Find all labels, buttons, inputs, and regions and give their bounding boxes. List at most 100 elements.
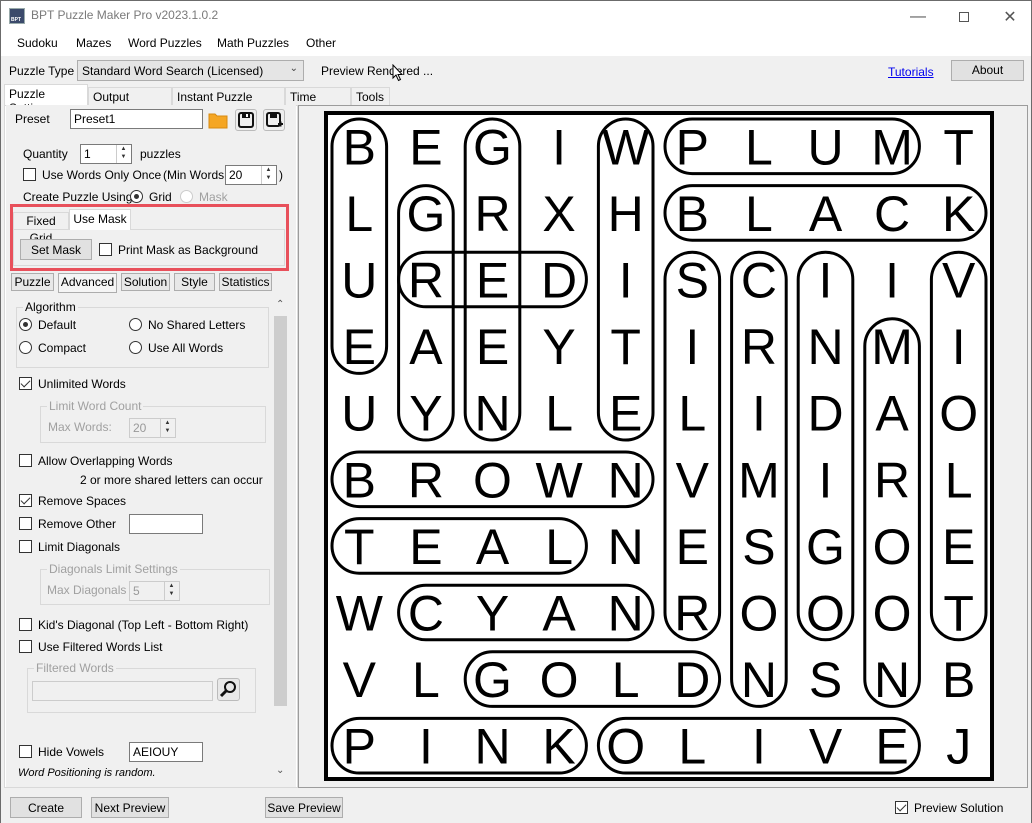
max-diagonals-label: Max Diagonals [47, 583, 127, 597]
open-folder-button[interactable] [207, 109, 229, 131]
grid-letter: N [474, 386, 510, 442]
spinner-arrows-icon[interactable]: ▲ ▼ [261, 166, 275, 184]
menu-word-puzzles[interactable]: Word Puzzles [128, 36, 202, 50]
grid-letter: R [408, 253, 444, 309]
create-mask-radio[interactable] [180, 190, 193, 203]
grid-letter: T [344, 519, 375, 575]
app-logo-text: BPT [11, 17, 21, 23]
save-preset-button[interactable] [235, 109, 257, 131]
preset-input[interactable]: Preset1 [70, 109, 203, 129]
mouse-cursor-icon [392, 63, 404, 85]
positioning-note: Word Positioning is random. [18, 767, 156, 779]
close-icon: ✕ [1003, 8, 1017, 26]
subtab-style[interactable]: Style [174, 273, 215, 291]
grid-letter: G [473, 119, 512, 175]
grid-letter: G [406, 186, 445, 242]
remove-spaces-checkbox[interactable] [19, 494, 32, 507]
grid-letter: R [741, 319, 777, 375]
about-button[interactable]: About [951, 60, 1024, 81]
grid-letter: B [676, 186, 709, 242]
algorithm-no-shared-radio[interactable] [129, 318, 142, 331]
minimize-button[interactable]: — [895, 1, 941, 32]
puzzle-type-select[interactable]: Standard Word Search (Licensed) ⌄ [77, 60, 304, 81]
kids-diagonal-checkbox[interactable] [19, 618, 32, 631]
grid-letter: E [409, 119, 442, 175]
tab-instant-puzzle-books[interactable]: Instant Puzzle Books [172, 87, 285, 118]
preview-solution-checkbox[interactable] [895, 801, 908, 814]
preview-status: Preview Rendered ... [321, 64, 434, 78]
algorithm-group [16, 307, 269, 368]
subtab-solution[interactable]: Solution [121, 273, 170, 291]
spinner-arrows-icon[interactable]: ▲ ▼ [116, 145, 130, 163]
create-button[interactable]: Create [10, 797, 82, 818]
grid-letter: W [535, 452, 583, 508]
use-words-once-checkbox[interactable] [23, 168, 36, 181]
tab-tools[interactable]: Tools [351, 87, 390, 105]
menu-math-puzzles[interactable]: Math Puzzles [217, 36, 289, 50]
title-bar: BPT BPT Puzzle Maker Pro v2023.1.0.2 — ✕ [1, 1, 1031, 32]
kids-diagonal-label: Kid's Diagonal (Top Left - Bottom Right) [38, 618, 249, 632]
close-button[interactable]: ✕ [987, 1, 1032, 32]
filtered-words-input[interactable] [32, 681, 213, 701]
remove-other-checkbox[interactable] [19, 517, 32, 530]
algorithm-default-radio[interactable] [19, 318, 32, 331]
limit-diagonals-checkbox[interactable] [19, 540, 32, 553]
use-filtered-checkbox[interactable] [19, 640, 32, 653]
grid-letter: M [871, 119, 913, 175]
browse-filtered-words-button[interactable] [217, 678, 240, 701]
algorithm-compact-radio[interactable] [19, 341, 32, 354]
scroll-down-icon[interactable]: ⌄ [276, 765, 284, 776]
menu-other[interactable]: Other [306, 36, 336, 50]
vowels-input[interactable]: AEIOUY [129, 742, 203, 762]
menu-sudoku[interactable]: Sudoku [17, 36, 58, 50]
algorithm-title: Algorithm [23, 300, 78, 314]
grid-letter: M [738, 452, 780, 508]
save-preview-button[interactable]: Save Preview [265, 797, 343, 818]
subtab-puzzle[interactable]: Puzzle [11, 273, 54, 291]
scroll-up-icon[interactable]: ⌃ [276, 299, 284, 310]
algorithm-use-all-radio[interactable] [129, 341, 142, 354]
tab-output-settings[interactable]: Output Settings [88, 87, 172, 118]
grid-letter: T [943, 586, 974, 642]
allow-overlapping-label: Allow Overlapping Words [38, 454, 173, 468]
save-as-preset-button[interactable] [263, 109, 285, 131]
folder-icon [208, 113, 228, 129]
grid-letter: L [678, 386, 706, 442]
grid-letter: I [619, 253, 633, 309]
min-words-stepper[interactable]: 20 ▲ ▼ [225, 165, 277, 185]
grid-letter: N [608, 586, 644, 642]
allow-overlapping-checkbox[interactable] [19, 454, 32, 467]
grid-letter: I [952, 319, 966, 375]
unlimited-words-checkbox[interactable] [19, 377, 32, 390]
maximize-button[interactable] [941, 1, 987, 32]
quantity-stepper[interactable]: 1 ▲ ▼ [80, 144, 132, 164]
tab-puzzle-settings[interactable]: Puzzle Settings [4, 84, 88, 115]
hide-vowels-checkbox[interactable] [19, 745, 32, 758]
create-grid-radio[interactable] [130, 190, 143, 203]
menu-mazes[interactable]: Mazes [76, 36, 111, 50]
spinner-arrows-icon[interactable]: ▲ ▼ [160, 419, 174, 437]
grid-letter: L [545, 519, 573, 575]
next-preview-button[interactable]: Next Preview [91, 797, 169, 818]
diagonals-limit-title: Diagonals Limit Settings [47, 562, 180, 576]
max-words-stepper[interactable]: 20 ▲ ▼ [129, 418, 176, 438]
grid-letter: I [752, 719, 766, 775]
grid-letter: K [942, 186, 975, 242]
min-words-close: ) [279, 168, 283, 182]
tutorials-link[interactable]: Tutorials [888, 65, 934, 79]
grid-letter: N [874, 652, 910, 708]
subtab-advanced[interactable]: Advanced [58, 273, 117, 293]
grid-letter: B [343, 452, 376, 508]
remove-other-input[interactable] [129, 514, 203, 534]
puzzle-type-value: Standard Word Search (Licensed) [82, 64, 264, 78]
use-words-once-label: Use Words Only Once [42, 168, 162, 182]
grid-letter: U [341, 253, 377, 309]
tab-time-saver[interactable]: Time Saver [285, 87, 351, 118]
max-diagonals-stepper[interactable]: 5 ▲ ▼ [129, 581, 180, 601]
grid-letter: V [942, 253, 976, 309]
grid-letter: N [741, 652, 777, 708]
subtab-statistics[interactable]: Statistics [219, 273, 272, 291]
create-mask-label: Mask [199, 190, 228, 204]
spinner-arrows-icon[interactable]: ▲ ▼ [164, 582, 178, 600]
scrollbar-thumb[interactable] [274, 316, 287, 706]
